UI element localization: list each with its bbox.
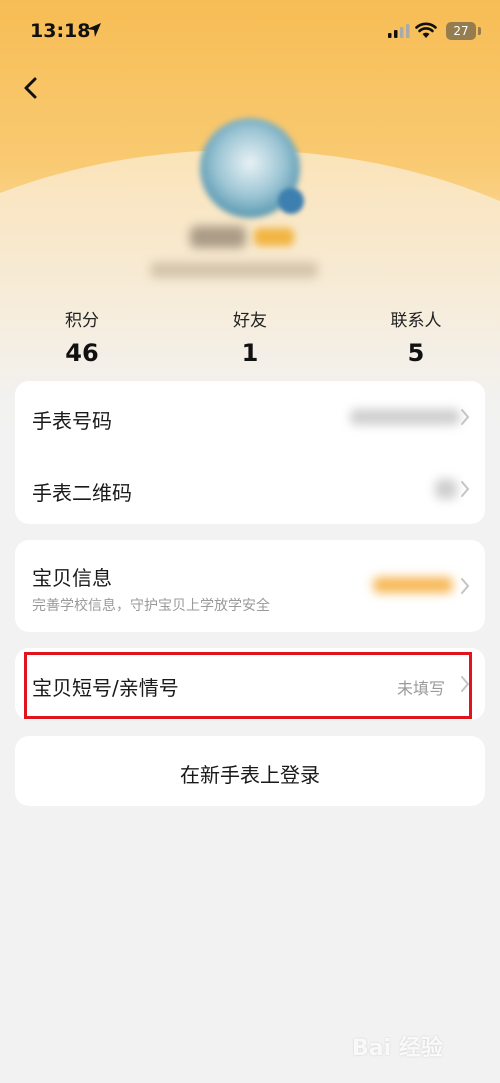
status-bar: 13:18 27 [0,0,500,62]
baby-info-label: 宝贝信息 [32,566,112,590]
short-number-value: 未填写 [397,679,446,698]
stat-points[interactable]: 积分 46 [22,306,142,367]
wifi-icon [415,22,437,38]
stat-contacts-label: 联系人 [390,311,442,331]
qrcode-icon [435,479,457,499]
stat-contacts-value: 5 [407,339,425,367]
stat-friends-label: 好友 [233,311,267,331]
stats-bar: 积分 46 好友 1 联系人 5 [0,306,500,370]
chevron-right-icon [461,578,470,594]
stat-friends[interactable]: 好友 1 [190,306,310,367]
watch-card: 手表号码 手表二维码 [15,381,485,524]
blurred-info-status [373,577,453,593]
stat-points-value: 46 [65,339,99,367]
watch-qrcode-row[interactable]: 手表二维码 [15,453,485,525]
blurred-user-tag [254,228,294,246]
login-new-watch-label: 在新手表上登录 [180,763,320,787]
status-time: 13:18 [30,20,91,42]
stat-points-label: 积分 [65,311,99,331]
battery-indicator: 27 [446,22,476,40]
battery-cap [478,27,481,35]
chevron-right-icon [461,676,470,692]
chevron-right-icon [461,409,470,425]
chevron-right-icon [461,481,470,497]
stat-friends-value: 1 [241,339,259,367]
blurred-watch-number [350,409,460,425]
back-arrow-icon[interactable] [16,72,48,104]
watch-qrcode-label: 手表二维码 [32,481,132,505]
stat-contacts[interactable]: 联系人 5 [356,306,476,367]
baby-info-card[interactable]: 宝贝信息 完善学校信息，守护宝贝上学放学安全 [15,540,485,632]
location-arrow-icon [87,23,101,37]
watch-number-label: 手表号码 [32,409,112,433]
blurred-username [190,226,246,248]
login-new-watch-button[interactable]: 在新手表上登录 [15,736,485,806]
baby-info-subtitle: 完善学校信息，守护宝贝上学放学安全 [32,598,270,614]
cellular-signal-icon [388,24,410,38]
watch-number-row[interactable]: 手表号码 [15,381,485,453]
short-number-card[interactable]: 宝贝短号/亲情号 未填写 [15,648,485,720]
short-number-label: 宝贝短号/亲情号 [32,676,179,700]
baidu-watermark-logo: Bai 经验 [352,1036,443,1061]
blurred-user-subtitle [150,262,318,278]
avatar-badge [278,188,304,214]
